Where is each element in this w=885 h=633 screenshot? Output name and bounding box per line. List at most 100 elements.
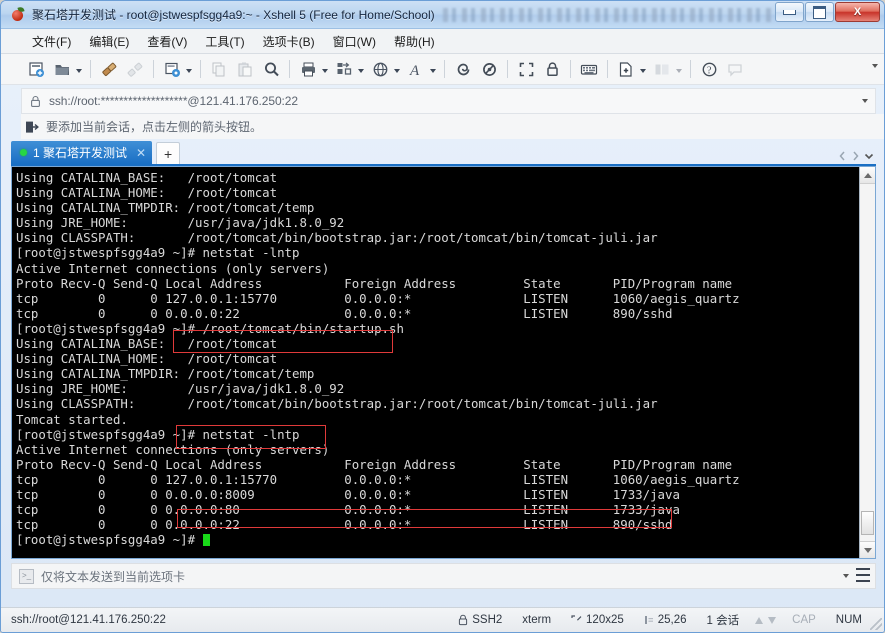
print-caret-icon[interactable] [322, 68, 328, 73]
address-bar[interactable]: ssh://root:*******************@121.41.17… [21, 88, 876, 114]
log-stop-icon[interactable] [476, 58, 502, 80]
connected-dot-icon [20, 149, 27, 156]
title-bar: 聚石塔开发测试 - root@jstwespfsgg4a9:~ - Xshell… [1, 1, 884, 29]
resize-grip[interactable] [870, 618, 882, 630]
status-connection: ssh://root@121.41.176.250:22 [11, 614, 166, 626]
maximize-button[interactable] [805, 2, 834, 22]
status-protocol: SSH2 [448, 614, 512, 626]
hint-bar: 要添加当前会话，点击左侧的箭头按钮。 [21, 114, 884, 139]
status-bar: ssh://root@121.41.176.250:22 SSH2 xterm … [1, 607, 884, 632]
transfer-icon[interactable] [331, 58, 357, 80]
connect-icon[interactable] [96, 58, 122, 80]
arrow-up-icon [755, 616, 764, 624]
menu-window[interactable]: 窗口(W) [324, 30, 385, 53]
app-icon [10, 5, 26, 23]
hamburger-icon[interactable] [856, 568, 870, 582]
new-tab-icon[interactable] [613, 58, 639, 80]
disconnect-icon[interactable] [122, 58, 148, 80]
find-icon[interactable] [258, 58, 284, 80]
chevron-down-icon [864, 153, 874, 160]
session-properties-caret-icon[interactable] [186, 68, 192, 73]
font-caret-icon[interactable] [430, 68, 436, 73]
chevron-down-icon[interactable] [862, 99, 868, 103]
tab-session-1[interactable]: 1 聚石塔开发测试 ✕ [11, 141, 153, 164]
tab-nav-controls [838, 151, 874, 161]
address-input[interactable]: ssh://root:*******************@121.41.17… [49, 94, 298, 108]
status-cursor-label: 25,26 [657, 614, 687, 626]
status-protocol-label: SSH2 [472, 614, 503, 626]
menu-edit[interactable]: 编辑(E) [80, 30, 138, 53]
open-folder-icon[interactable] [49, 58, 75, 80]
menu-bar: 文件(F) 编辑(E) 查看(V) 工具(T) 选项卡(B) 窗口(W) 帮助(… [1, 29, 884, 54]
open-folder-caret-icon[interactable] [76, 68, 82, 73]
new-session-icon[interactable] [23, 58, 49, 80]
font-icon[interactable]: A [403, 58, 429, 80]
toolbar-separator [200, 60, 201, 78]
fullscreen-icon[interactable] [513, 58, 539, 80]
paste-icon[interactable] [232, 58, 258, 80]
screen-icon [571, 614, 582, 626]
lock-icon[interactable] [539, 58, 565, 80]
close-icon[interactable]: ✕ [136, 147, 146, 159]
title-blurred-region [442, 7, 773, 22]
toolbar-separator [153, 60, 154, 78]
status-transfer-indicators [749, 616, 782, 624]
print-icon[interactable] [295, 58, 321, 80]
status-sessions: 1 会话 [706, 615, 740, 627]
terminal-screen[interactable]: Using CATALINA_BASE: /root/tomcat Using … [12, 167, 859, 558]
svg-text:?: ? [707, 65, 712, 76]
minimize-button[interactable] [775, 2, 804, 22]
terminal-scrollbar[interactable] [859, 167, 875, 558]
scroll-thumb[interactable] [861, 511, 874, 535]
chevron-right-icon [853, 151, 859, 161]
help-icon[interactable]: ? [696, 58, 722, 80]
toolbar-overflow-icon[interactable] [872, 64, 878, 68]
terminal-container: Using CATALINA_BASE: /root/tomcat Using … [11, 166, 876, 559]
window-title: 聚石塔开发测试 - root@jstwespfsgg4a9:~ - Xshell… [32, 8, 435, 22]
svg-text:A: A [409, 63, 420, 78]
chat-icon[interactable] [722, 58, 748, 80]
hint-text: 要添加当前会话，点击左侧的箭头按钮。 [46, 120, 263, 134]
globe-caret-icon[interactable] [394, 68, 400, 73]
terminal-icon: >_ [19, 568, 34, 584]
send-to-bar[interactable]: >_ 仅将文本发送到当前选项卡 [11, 563, 876, 589]
menu-view[interactable]: 查看(V) [138, 30, 196, 53]
menu-tabs[interactable]: 选项卡(B) [254, 30, 324, 53]
status-size-label: 120x25 [586, 614, 624, 626]
arrange-icon[interactable] [649, 58, 675, 80]
status-caps: CAP [792, 614, 816, 626]
status-size: 120x25 [561, 614, 634, 626]
new-tab-caret-icon[interactable] [640, 68, 646, 73]
tab-label: 1 聚石塔开发测试 [33, 146, 128, 160]
scroll-up-button[interactable] [860, 167, 875, 184]
toolbar-separator [289, 60, 290, 78]
copy-icon[interactable] [206, 58, 232, 80]
toolbar: A ? [1, 54, 884, 85]
close-button[interactable]: X [835, 2, 880, 22]
chevron-down-icon[interactable] [843, 574, 849, 578]
status-right-group: SSH2 xterm 120x25 25,26 1 会话 CAP NUM [448, 612, 884, 628]
lock-icon [30, 95, 41, 108]
globe-icon[interactable] [367, 58, 393, 80]
toolbar-separator [690, 60, 691, 78]
terminal-cursor [202, 534, 210, 547]
menu-file[interactable]: 文件(F) [23, 30, 80, 53]
new-tab-button[interactable]: + [156, 142, 181, 164]
scroll-down-button[interactable] [860, 541, 875, 558]
transfer-caret-icon[interactable] [358, 68, 364, 73]
arrow-down-icon [768, 616, 777, 624]
toolbar-separator [90, 60, 91, 78]
session-properties-icon[interactable] [159, 58, 185, 80]
tab-strip: 1 聚石塔开发测试 ✕ + [11, 139, 876, 166]
keyboard-icon[interactable] [576, 58, 602, 80]
window-controls: X [774, 2, 880, 22]
xshell-window: 聚石塔开发测试 - root@jstwespfsgg4a9:~ - Xshell… [0, 0, 885, 633]
menu-help[interactable]: 帮助(H) [385, 30, 444, 53]
scroll-track[interactable] [860, 184, 875, 541]
add-session-icon[interactable] [25, 120, 39, 134]
menu-tools[interactable]: 工具(T) [196, 30, 253, 53]
lock-icon [458, 614, 468, 626]
arrange-caret-icon[interactable] [676, 68, 682, 73]
log-start-icon[interactable] [450, 58, 476, 80]
toolbar-separator [607, 60, 608, 78]
